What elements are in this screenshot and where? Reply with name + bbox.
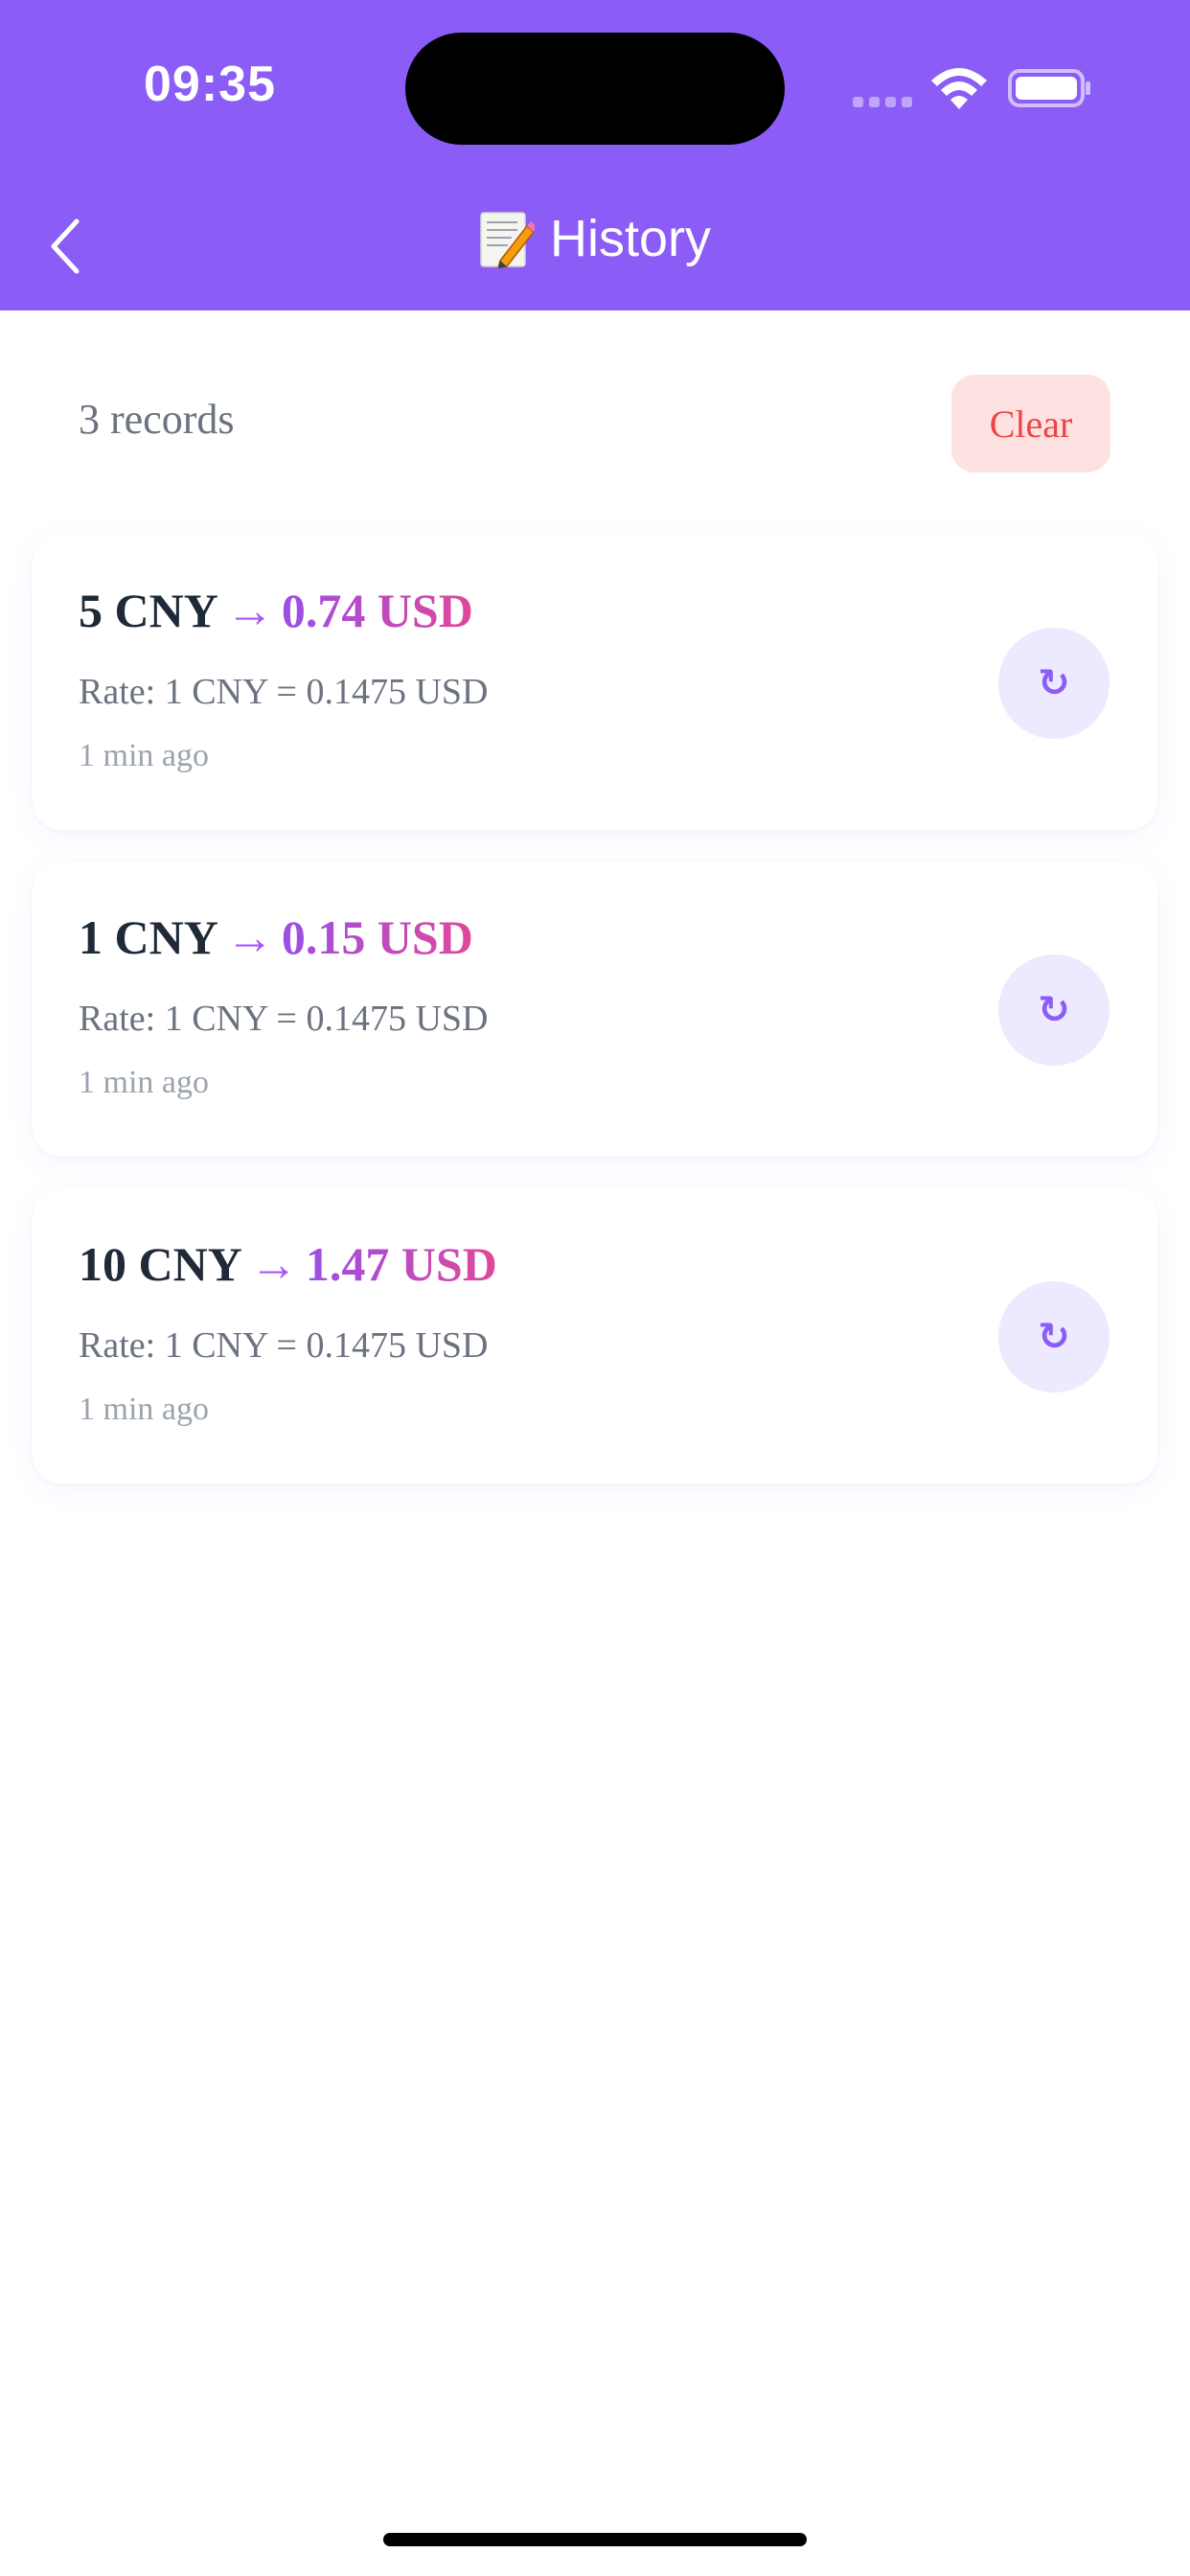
refresh-icon: ↻ (1038, 661, 1070, 705)
reuse-conversion-button[interactable]: ↻ (998, 628, 1110, 739)
page-title-text: History (549, 210, 711, 267)
dynamic-island (405, 33, 785, 145)
record-time: 1 min ago (79, 738, 209, 773)
refresh-icon: ↻ (1038, 988, 1070, 1032)
wifi-icon (931, 68, 987, 109)
amount-from: 5 CNY (79, 584, 218, 637)
history-screen: 09:35 History 3 records Clear 5 CNY → 0.… (0, 0, 1190, 2576)
conversion-amount: 10 CNY → 1.47 USD (79, 1236, 497, 1292)
arrow-right-icon: → (225, 584, 274, 637)
header-bar: 09:35 History (0, 0, 1190, 310)
status-time: 09:35 (144, 57, 276, 112)
amount-from: 1 CNY (79, 910, 218, 964)
history-record-card[interactable]: 10 CNY → 1.47 USD Rate: 1 CNY = 0.1475 USD… (33, 1188, 1157, 1484)
history-list: 5 CNY → 0.74 USD Rate: 1 CNY = 0.1475 USD … (33, 535, 1157, 1515)
history-record-card[interactable]: 1 CNY → 0.15 USD Rate: 1 CNY = 0.1475 USD … (33, 862, 1157, 1157)
reuse-conversion-button[interactable]: ↻ (998, 1281, 1110, 1392)
exchange-rate: Rate: 1 CNY = 0.1475 USD (79, 999, 489, 1039)
home-indicator[interactable] (383, 2533, 807, 2546)
amount-from: 10 CNY (79, 1237, 242, 1291)
clear-button[interactable]: Clear (951, 375, 1110, 472)
arrow-right-icon: → (249, 1237, 298, 1291)
exchange-rate: Rate: 1 CNY = 0.1475 USD (79, 672, 489, 712)
record-time: 1 min ago (79, 1392, 209, 1427)
reuse-conversion-button[interactable]: ↻ (998, 954, 1110, 1066)
battery-icon (1008, 69, 1090, 107)
records-count: 3 records (79, 396, 235, 443)
cellular-signal-icon (853, 95, 912, 108)
conversion-amount: 1 CNY → 0.15 USD (79, 909, 473, 965)
page-title: History (0, 209, 1190, 268)
record-time: 1 min ago (79, 1065, 209, 1100)
history-record-card[interactable]: 5 CNY → 0.74 USD Rate: 1 CNY = 0.1475 USD … (33, 535, 1157, 830)
refresh-icon: ↻ (1038, 1315, 1070, 1359)
amount-to: 0.15 USD (281, 910, 473, 964)
memo-icon (480, 212, 535, 268)
amount-to: 1.47 USD (305, 1237, 497, 1291)
conversion-amount: 5 CNY → 0.74 USD (79, 583, 473, 638)
arrow-right-icon: → (225, 910, 274, 964)
amount-to: 0.74 USD (281, 584, 473, 637)
exchange-rate: Rate: 1 CNY = 0.1475 USD (79, 1325, 489, 1366)
